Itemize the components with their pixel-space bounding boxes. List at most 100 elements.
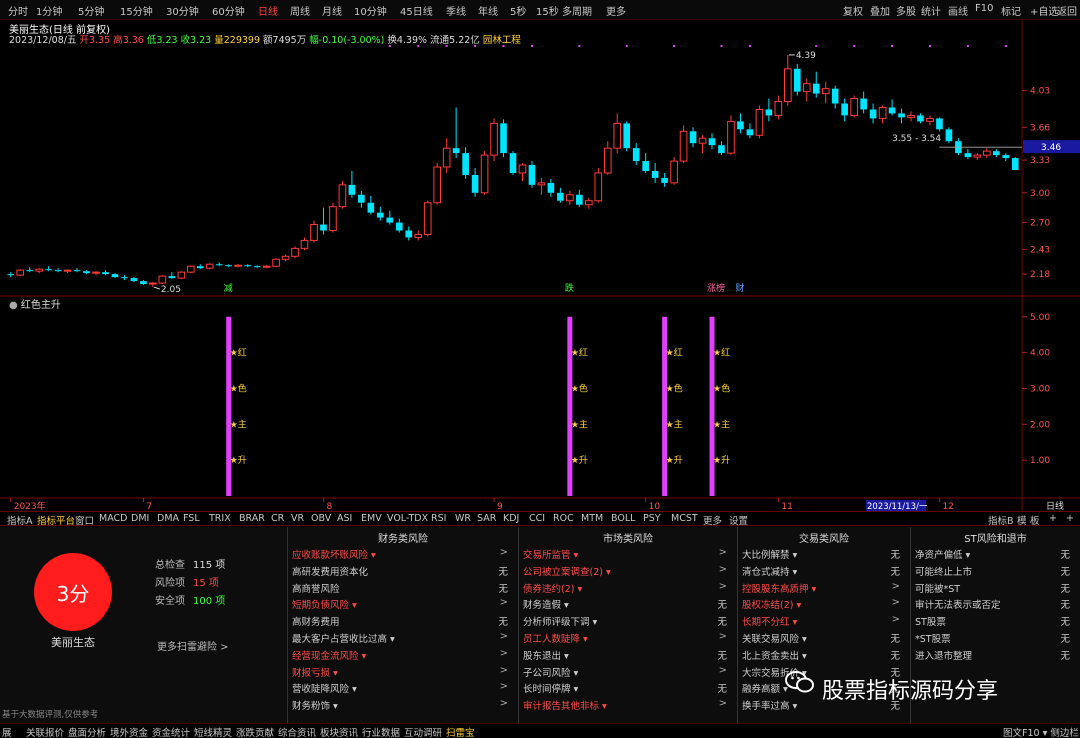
indicator-tab-5[interactable]: DMA	[157, 513, 179, 524]
bottom-tab-9[interactable]: 行业数据	[362, 725, 400, 738]
risk-item[interactable]: 控股股东高质押 ▾	[742, 581, 816, 595]
risk-item[interactable]: 高研发费用资本化	[292, 564, 368, 578]
indicator-tab-6[interactable]: FSL	[183, 513, 200, 524]
risk-item[interactable]: 财务造假 ▾	[523, 597, 569, 611]
period-tab-7[interactable]: 周线	[290, 3, 310, 18]
risk-item[interactable]: 债券违约(2) ▾	[523, 581, 582, 595]
risk-item[interactable]: 长时间停牌 ▾	[523, 681, 578, 695]
period-tab-12[interactable]: 年线	[478, 3, 498, 18]
bottom-tab-8[interactable]: 板块资讯	[320, 725, 358, 738]
risk-item[interactable]: 员工人数陡降 ▾	[523, 631, 588, 645]
chevron-right-icon[interactable]: >	[719, 581, 727, 592]
risk-item[interactable]: 关联交易风险 ▾	[742, 631, 807, 645]
risk-item[interactable]: 交易所监管 ▾	[523, 547, 578, 561]
toolbar-button-6[interactable]: 标记	[1001, 3, 1021, 18]
risk-item[interactable]: 高财务费用	[292, 614, 340, 628]
indicator-tab-26[interactable]: 设置	[729, 513, 748, 527]
chevron-right-icon[interactable]: >	[500, 698, 508, 709]
indicator-tab-13[interactable]: EMV	[361, 513, 382, 524]
indicator-tab-21[interactable]: MTM	[581, 513, 603, 524]
indicator-tab-10[interactable]: VR	[291, 513, 304, 524]
indicator-tab-3[interactable]: MACD	[99, 513, 127, 524]
risk-item[interactable]: 净资产偏低 ▾	[915, 547, 970, 561]
period-tab-5[interactable]: 60分钟	[212, 3, 245, 18]
period-tab-14[interactable]: 15秒	[536, 3, 559, 18]
bottom-tab-11[interactable]: 扫雷宝	[446, 725, 475, 738]
toolbar-button-7[interactable]: +自选	[1030, 3, 1058, 18]
risk-item[interactable]: ST股票	[915, 614, 946, 628]
period-tab-13[interactable]: 5秒	[510, 3, 526, 18]
indicator-right-1[interactable]: 模	[1017, 513, 1027, 527]
period-tab-16[interactable]: 更多	[606, 3, 626, 18]
toolbar-button-3[interactable]: 统计	[921, 3, 941, 18]
indicator-tab-22[interactable]: BOLL	[611, 513, 635, 524]
indicator-tab-4[interactable]: DMI	[131, 513, 149, 524]
chevron-right-icon[interactable]: >	[892, 614, 900, 625]
toolbar-button-5[interactable]: F10	[975, 3, 993, 14]
indicator-tab-9[interactable]: CR	[271, 513, 284, 524]
risk-item[interactable]: 分析师评级下调 ▾	[523, 614, 597, 628]
risk-item[interactable]: 可能被*ST	[915, 581, 960, 595]
chevron-right-icon[interactable]: >	[500, 597, 508, 608]
bottom-tab-7[interactable]: 综合资讯	[278, 725, 316, 738]
risk-item[interactable]: 清仓式减持 ▾	[742, 564, 797, 578]
risk-item[interactable]: 经营现金流风险 ▾	[292, 648, 366, 662]
risk-item[interactable]: 进入退市整理	[915, 648, 972, 662]
risk-item[interactable]: 应收账款坏账风险 ▾	[292, 547, 376, 561]
indicator-tab-12[interactable]: ASI	[337, 513, 352, 524]
event-marker[interactable]: 跌	[565, 283, 574, 294]
indicator-tab-7[interactable]: TRIX	[209, 513, 231, 524]
risk-item[interactable]: 财务粉饰 ▾	[292, 698, 338, 712]
chevron-right-icon[interactable]: >	[719, 665, 727, 676]
risk-item[interactable]: 大比例解禁 ▾	[742, 547, 797, 561]
bottom-tab-10[interactable]: 互动调研	[404, 725, 442, 738]
period-tab-15[interactable]: 多周期	[562, 3, 592, 18]
toolbar-button-1[interactable]: 叠加	[870, 3, 890, 18]
risk-item[interactable]: 审计无法表示或否定	[915, 597, 1001, 611]
period-tab-4[interactable]: 30分钟	[166, 3, 199, 18]
indicator-tab-25[interactable]: 更多	[703, 513, 722, 527]
indicator-tab-17[interactable]: SAR	[477, 513, 496, 524]
chevron-right-icon[interactable]: >	[719, 698, 727, 709]
event-marker[interactable]: 减	[224, 282, 233, 294]
indicator-tab-18[interactable]: KDJ	[503, 513, 519, 524]
chevron-right-icon[interactable]: >	[892, 597, 900, 608]
risk-item[interactable]: 营收陡降风险 ▾	[292, 681, 357, 695]
risk-item[interactable]: 最大客户占营收比过高 ▾	[292, 631, 395, 645]
chevron-right-icon[interactable]: >	[719, 631, 727, 642]
period-tab-9[interactable]: 10分钟	[354, 3, 387, 18]
bottom-tab-2[interactable]: 盘面分析	[68, 725, 106, 738]
indicator-right-3[interactable]: +	[1049, 513, 1057, 524]
indicator-right-4[interactable]: +	[1066, 513, 1074, 524]
indicator-right-0[interactable]: 指标B	[988, 513, 1014, 527]
toolbar-button-4[interactable]: 画线	[948, 3, 968, 18]
indicator-tab-15[interactable]: RSI	[431, 513, 446, 524]
period-tab-8[interactable]: 月线	[322, 3, 342, 18]
indicator-tab-16[interactable]: WR	[455, 513, 471, 524]
chevron-right-icon[interactable]: >	[500, 665, 508, 676]
event-marker[interactable]: 涨榜	[707, 282, 725, 294]
risk-item[interactable]: 可能终止上市	[915, 564, 972, 578]
risk-item[interactable]: *ST股票	[915, 631, 951, 645]
period-tab-2[interactable]: 5分钟	[78, 3, 104, 18]
bottom-tab-5[interactable]: 短线精灵	[194, 725, 232, 738]
risk-item[interactable]: 高商誉风险	[292, 581, 340, 595]
risk-item[interactable]: 换手率过高 ▾	[742, 698, 797, 712]
risk-item[interactable]: 审计报告其他非标 ▾	[523, 698, 607, 712]
risk-item[interactable]: 长期不分红 ▾	[742, 614, 797, 628]
risk-item[interactable]: 股权冻结(2) ▾	[742, 597, 801, 611]
indicator-tab-24[interactable]: MCST	[671, 513, 698, 524]
risk-item[interactable]: 财报亏损 ▾	[292, 665, 338, 679]
indicator-right-2[interactable]: 板	[1030, 513, 1040, 527]
chevron-right-icon[interactable]: >	[500, 681, 508, 692]
quote-sector[interactable]: 园林工程	[483, 35, 521, 46]
indicator-tab-11[interactable]: OBV	[311, 513, 331, 524]
period-tab-6[interactable]: 日线	[258, 3, 278, 18]
indicator-tab-19[interactable]: CCI	[529, 513, 545, 524]
chevron-right-icon[interactable]: >	[500, 547, 508, 558]
chevron-right-icon[interactable]: >	[719, 547, 727, 558]
risk-item[interactable]: 短期负债风险 ▾	[292, 597, 357, 611]
more-risk-link[interactable]: 更多扫雷避险 >	[157, 638, 229, 653]
risk-item[interactable]: 北上资金卖出 ▾	[742, 648, 807, 662]
chevron-right-icon[interactable]: >	[500, 648, 508, 659]
